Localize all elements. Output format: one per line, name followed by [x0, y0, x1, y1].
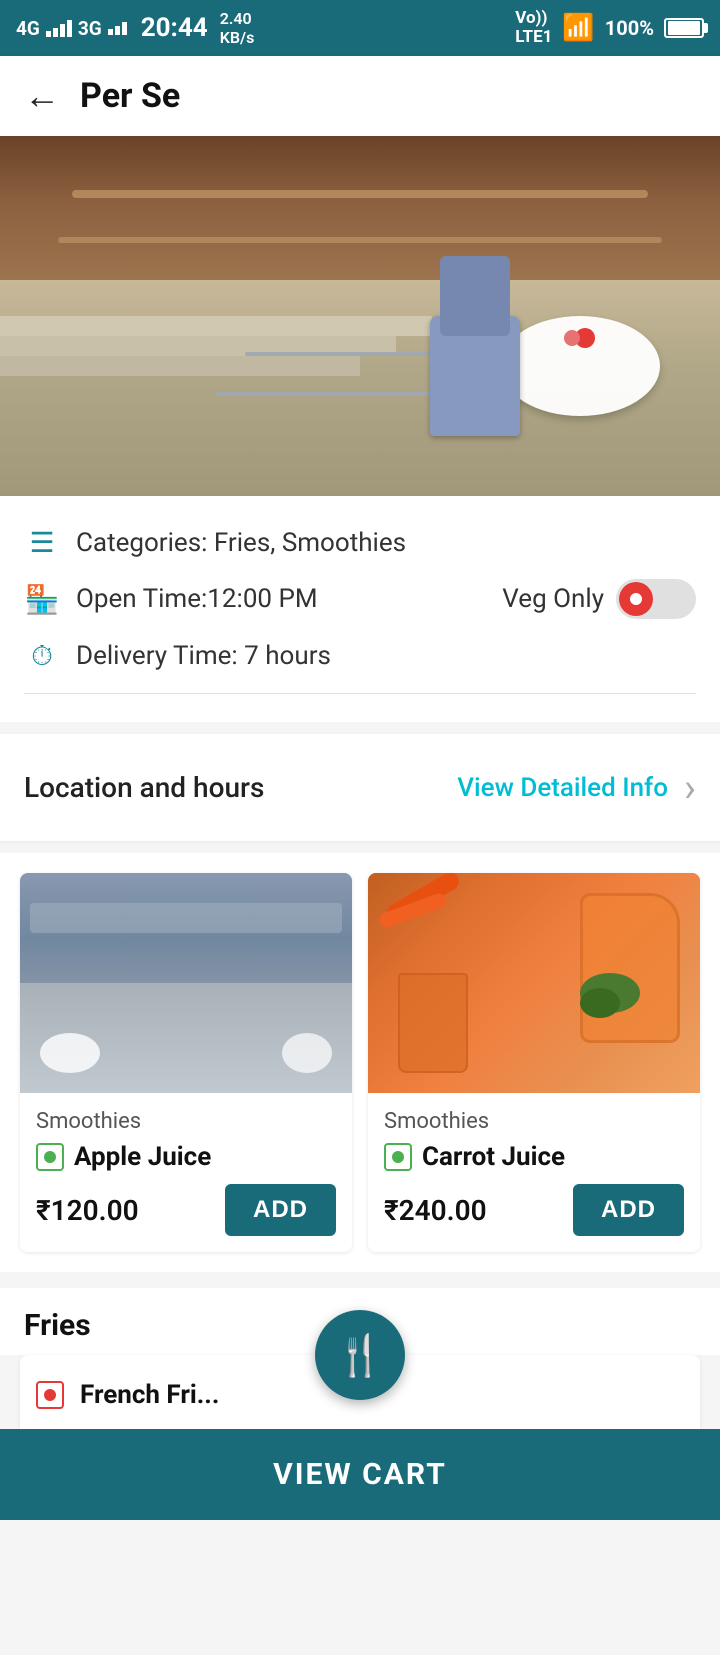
apple-juice-price: ₹120.00	[36, 1194, 139, 1227]
time-display: 20:44	[141, 13, 208, 43]
wifi-icon: 📶	[562, 13, 594, 43]
apple-juice-veg-indicator	[36, 1143, 64, 1171]
status-left: 4G 3G 20:44 2.40 KB/s	[16, 9, 254, 47]
carrot-juice-category: Smoothies	[384, 1109, 684, 1134]
carrot-juice-name: Carrot Juice	[422, 1142, 565, 1172]
carrot-juice-price: ₹240.00	[384, 1194, 487, 1227]
header: ← Per Se	[0, 56, 720, 136]
status-bar: 4G 3G 20:44 2.40 KB/s Vo))LTE1 📶 100%	[0, 0, 720, 56]
categories-icon: ☰	[24, 526, 60, 559]
back-button[interactable]: ←	[24, 75, 60, 117]
fab-button[interactable]: 🍴	[315, 1310, 405, 1400]
fries-title: Fries	[24, 1308, 91, 1343]
partial-item-name: French Fri...	[80, 1380, 219, 1410]
network-label-3g: 3G	[78, 17, 102, 40]
veg-only-label: Veg Only	[502, 584, 604, 614]
delivery-icon: ⏱	[24, 639, 60, 673]
view-detailed-link[interactable]: View Detailed Info	[457, 773, 668, 803]
non-veg-indicator	[36, 1381, 64, 1409]
apple-juice-veg-dot	[44, 1151, 56, 1163]
veg-only-toggle[interactable]	[616, 579, 696, 619]
carrot-juice-veg-indicator	[384, 1143, 412, 1171]
menu-section: Smoothies Apple Juice ₹120.00 ADD	[0, 853, 720, 1272]
signal-3g	[108, 22, 127, 35]
view-cart-button[interactable]: VIEW CART	[0, 1429, 720, 1520]
status-right: Vo))LTE1 📶 100%	[515, 9, 704, 46]
apple-juice-category: Smoothies	[36, 1109, 336, 1134]
carrot-juice-price-row: ₹240.00 ADD	[384, 1184, 684, 1236]
non-veg-dot	[44, 1389, 56, 1401]
lte-label: Vo))LTE1	[515, 9, 552, 46]
carrot-juice-body: Smoothies Carrot Juice ₹240.00 ADD	[368, 1093, 700, 1252]
categories-text: Categories: Fries, Smoothies	[76, 528, 696, 558]
speed-display: 2.40 KB/s	[220, 9, 255, 47]
chevron-right-icon: ›	[684, 764, 696, 811]
view-detailed-container[interactable]: View Detailed Info ›	[457, 764, 696, 811]
page-title: Per Se	[80, 76, 180, 116]
carrot-juice-name-row: Carrot Juice	[384, 1142, 684, 1172]
location-text: Location and hours	[24, 771, 264, 804]
apple-juice-body: Smoothies Apple Juice ₹120.00 ADD	[20, 1093, 352, 1252]
carrot-juice-veg-dot	[392, 1151, 404, 1163]
veg-only-container: Veg Only	[502, 579, 696, 619]
network-label: 4G	[16, 17, 40, 40]
apple-juice-name: Apple Juice	[74, 1142, 211, 1172]
open-time-text: Open Time:12:00 PM	[76, 584, 486, 614]
menu-card-apple-juice: Smoothies Apple Juice ₹120.00 ADD	[20, 873, 352, 1252]
location-section[interactable]: Location and hours View Detailed Info ›	[0, 734, 720, 841]
open-time-row: 🏪 Open Time:12:00 PM Veg Only	[24, 579, 696, 619]
signal-4g	[46, 20, 72, 37]
open-icon: 🏪	[24, 583, 60, 616]
divider	[24, 693, 696, 694]
toggle-dot	[628, 591, 644, 607]
menu-card-carrot-juice: Smoothies Carrot Juice ₹240.00 ADD	[368, 873, 700, 1252]
apple-juice-price-row: ₹120.00 ADD	[36, 1184, 336, 1236]
restaurant-image	[0, 136, 720, 496]
info-section: ☰ Categories: Fries, Smoothies 🏪 Open Ti…	[0, 496, 720, 722]
battery-icon	[664, 18, 704, 38]
apple-juice-image	[20, 873, 352, 1093]
delivery-text: Delivery Time: 7 hours	[76, 641, 696, 671]
delivery-row: ⏱ Delivery Time: 7 hours	[24, 639, 696, 673]
carrot-juice-image	[368, 873, 700, 1093]
categories-row: ☰ Categories: Fries, Smoothies	[24, 526, 696, 559]
carrot-juice-add-button[interactable]: ADD	[573, 1184, 684, 1236]
fab-icon: 🍴	[335, 1332, 385, 1379]
battery-label: 100%	[605, 16, 654, 40]
apple-juice-add-button[interactable]: ADD	[225, 1184, 336, 1236]
apple-juice-name-row: Apple Juice	[36, 1142, 336, 1172]
menu-grid: Smoothies Apple Juice ₹120.00 ADD	[20, 873, 700, 1252]
toggle-thumb	[619, 582, 653, 616]
